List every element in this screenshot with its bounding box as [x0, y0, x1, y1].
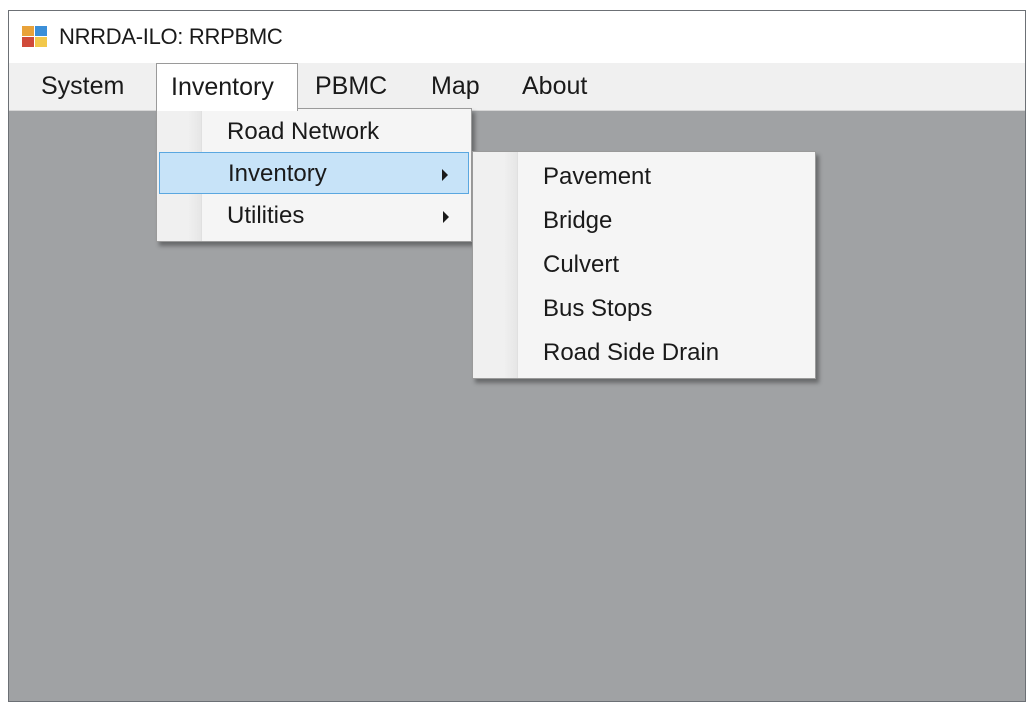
app-icon — [22, 26, 47, 47]
chevron-right-icon — [442, 169, 448, 181]
menu-item-label: Utilities — [227, 202, 305, 229]
submenu-item-bridge[interactable]: Bridge — [475, 200, 813, 242]
menu-pbmc[interactable]: PBMC — [315, 63, 387, 110]
submenu-item-label: Bus Stops — [543, 295, 653, 322]
app-window: NRRDA-ILO: RRPBMC System Inventory PBMC … — [8, 10, 1026, 702]
menu-item-inventory[interactable]: Inventory — [159, 152, 469, 194]
title-bar: NRRDA-ILO: RRPBMC — [9, 11, 1025, 63]
submenu-item-culvert[interactable]: Culvert — [475, 244, 813, 286]
submenu-item-road-side-drain[interactable]: Road Side Drain — [475, 332, 813, 374]
menu-about[interactable]: About — [522, 63, 587, 110]
chevron-right-icon — [443, 211, 449, 223]
submenu-item-label: Road Side Drain — [543, 339, 720, 366]
inventory-dropdown: Road Network Inventory Utilities — [156, 108, 472, 242]
menu-system[interactable]: System — [41, 63, 124, 110]
menu-item-label: Road Network — [227, 118, 380, 145]
submenu-item-pavement[interactable]: Pavement — [475, 156, 813, 198]
submenu-item-label: Pavement — [543, 163, 652, 190]
submenu-item-label: Bridge — [543, 207, 613, 234]
submenu-item-label: Culvert — [543, 251, 620, 278]
window-title: NRRDA-ILO: RRPBMC — [59, 24, 283, 49]
menu-item-utilities[interactable]: Utilities — [159, 195, 469, 237]
menu-item-road-network[interactable]: Road Network — [159, 111, 469, 153]
menu-inventory[interactable]: Inventory — [156, 63, 298, 111]
inventory-submenu: Pavement Bridge Culvert Bus Stops Road S… — [472, 151, 816, 379]
menu-bar: System Inventory PBMC Map About — [9, 63, 1025, 111]
submenu-item-bus-stops[interactable]: Bus Stops — [475, 288, 813, 330]
menu-map[interactable]: Map — [431, 63, 480, 110]
menu-item-label: Inventory — [228, 160, 327, 187]
